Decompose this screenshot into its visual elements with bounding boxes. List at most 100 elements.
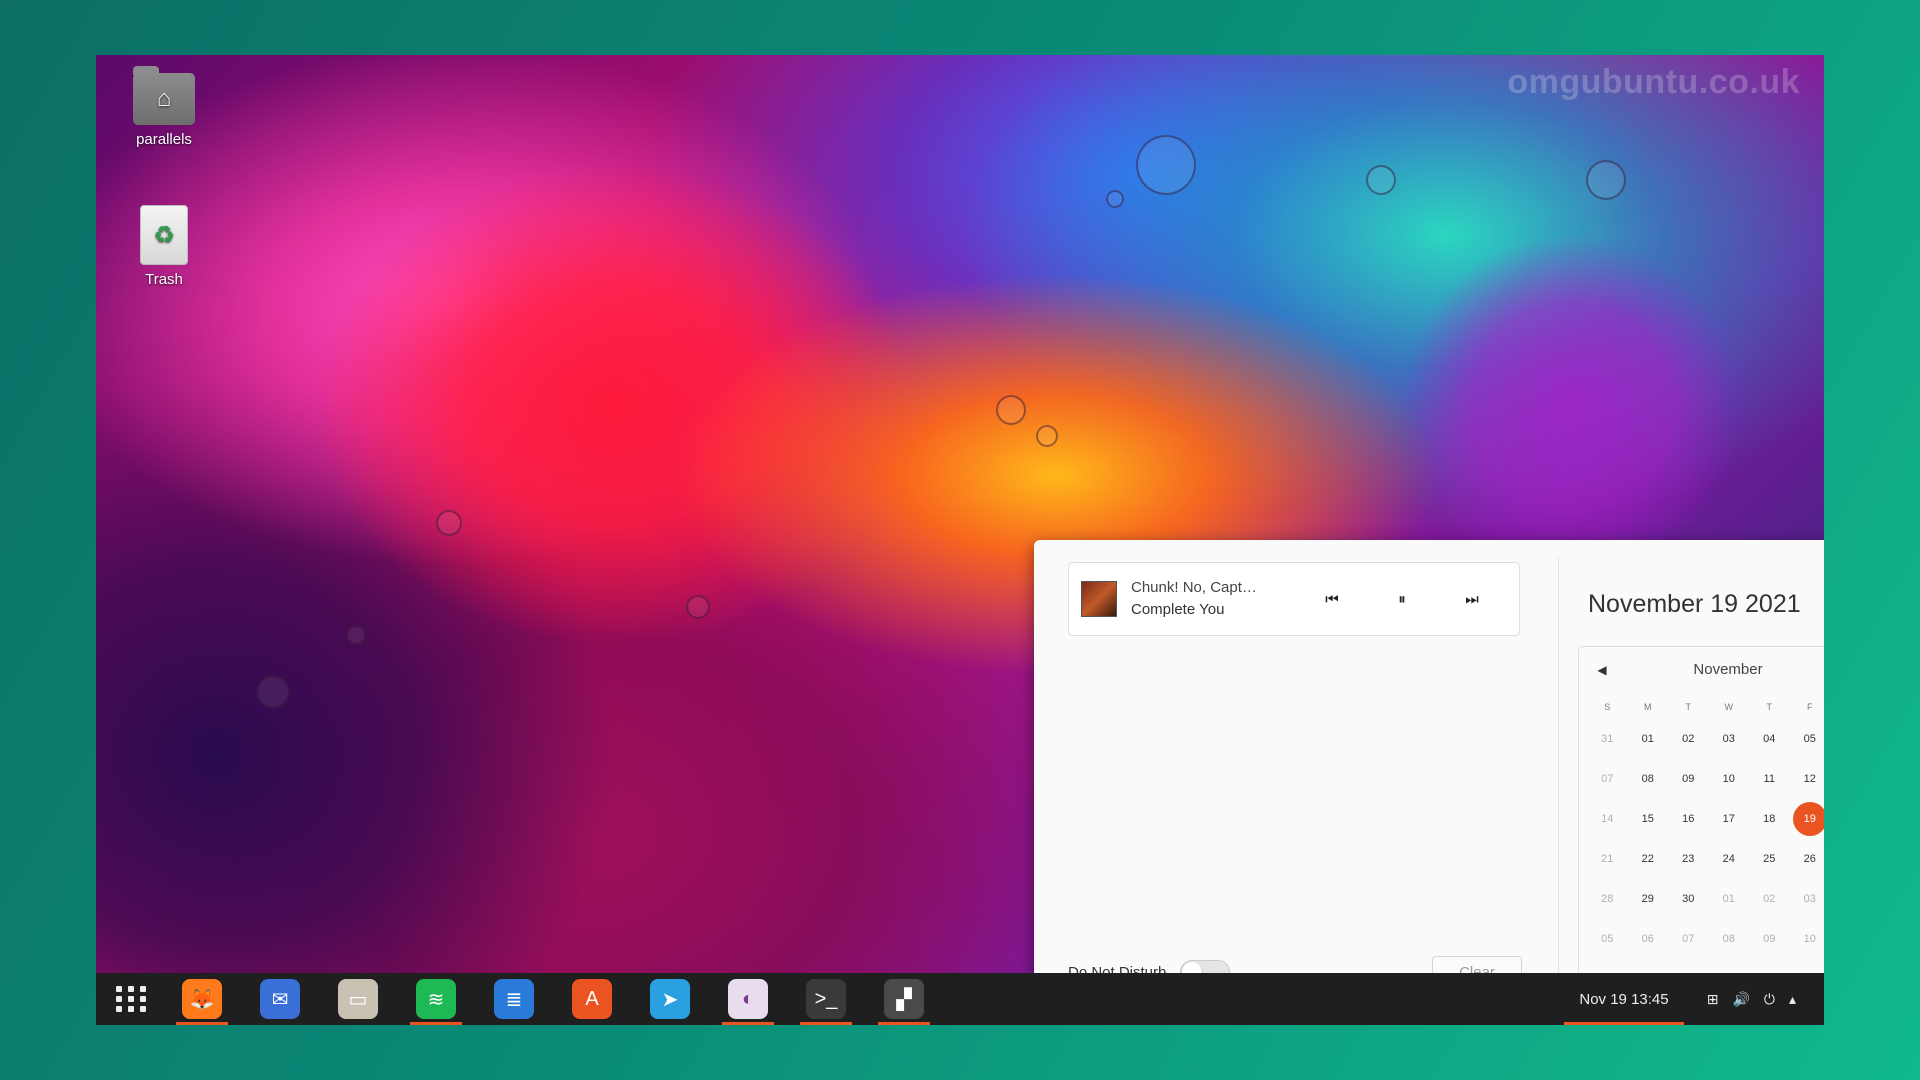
network-icon[interactable]: ⊞ [1707, 991, 1719, 1008]
writer-icon: ≣ [494, 979, 534, 1019]
taskbar-app-firefox[interactable]: 🦊 [172, 973, 232, 1025]
popover-arrow [1602, 954, 1624, 965]
pause-button[interactable]: ⏸ [1367, 591, 1437, 608]
calendar-day[interactable]: 06 [1628, 933, 1669, 945]
date-header: November 19 2021 [1588, 590, 1801, 618]
calendar-day[interactable]: 08 [1709, 933, 1750, 945]
bubble [1136, 135, 1196, 195]
bubble [1106, 190, 1124, 208]
taskbar-app-terminal[interactable]: >_ [796, 973, 856, 1025]
calendar-week-row: 07080910111213 [1587, 759, 1824, 799]
calendar-day[interactable]: 10 [1709, 773, 1750, 785]
calendar-day[interactable]: 09 [1749, 933, 1790, 945]
calendar-day[interactable]: 26 [1790, 853, 1825, 865]
calendar-day[interactable]: 14 [1587, 813, 1628, 825]
taskbar-app-thunderbird[interactable]: ✉ [250, 973, 310, 1025]
calendar-day-today[interactable]: 19 [1790, 802, 1824, 836]
calendar-day[interactable]: 30 [1668, 893, 1709, 905]
calendar-day[interactable]: 23 [1668, 853, 1709, 865]
desktop-icon-trash[interactable]: ♻ Trash [114, 205, 214, 288]
spotify-icon: ≋ [416, 979, 456, 1019]
calendar-day[interactable]: 24 [1709, 853, 1750, 865]
track-title: Chunk! No, Capt… [1131, 579, 1257, 596]
power-icon[interactable]: ⏻ [1764, 991, 1775, 1008]
bubble [1036, 425, 1058, 447]
track-info: Chunk! No, Capt… Complete You [1131, 577, 1297, 621]
calendar-day[interactable]: 11 [1749, 773, 1790, 785]
calendar-day[interactable]: 16 [1668, 813, 1709, 825]
calendar-nav: ◀ November ▶ [1579, 661, 1824, 678]
home-folder-icon: ⌂ [133, 66, 195, 125]
calendar-day[interactable]: 18 [1749, 813, 1790, 825]
calendar-day[interactable]: 31 [1587, 733, 1628, 745]
popover-divider [1558, 558, 1559, 990]
calendar-day[interactable]: 04 [1749, 733, 1790, 745]
calendar-month-label: November [1693, 661, 1763, 678]
weekday-label: W [1724, 702, 1734, 712]
desktop-icon-label: Trash [145, 271, 183, 288]
desktop-screen: omgubuntu.co.uk ⌂ parallels ♻ Trash Chun… [96, 55, 1824, 1025]
notification-calendar-popover: Chunk! No, Capt… Complete You ⏮ ⏸ ⏭ Do N… [1034, 540, 1824, 1010]
previous-track-button[interactable]: ⏮ [1297, 591, 1367, 608]
taskbar-app-spotify[interactable]: ≋ [406, 973, 466, 1025]
calendar-day[interactable]: 02 [1668, 733, 1709, 745]
taskbar-app-files[interactable]: ▭ [328, 973, 388, 1025]
desktop-icon-home[interactable]: ⌂ parallels [114, 66, 214, 148]
calendar-day[interactable]: 05 [1587, 933, 1628, 945]
calendar-day[interactable]: 25 [1749, 853, 1790, 865]
calendar-day[interactable]: 09 [1668, 773, 1709, 785]
calendar-day[interactable]: 03 [1790, 893, 1825, 905]
taskbar-app-system-monitor[interactable]: ▞ [874, 973, 934, 1025]
calendar-day[interactable]: 03 [1709, 733, 1750, 745]
taskbar: 🦊 ✉ ▭ ≋ ≣ A ➤ ◐ >_ ▞ Nov 19 13:45 ⊞ 🔊 ⏻ ▴ [96, 973, 1824, 1025]
taskbar-app-writer[interactable]: ≣ [484, 973, 544, 1025]
taskbar-apps: 🦊 ✉ ▭ ≋ ≣ A ➤ ◐ >_ ▞ [172, 973, 952, 1025]
next-track-button[interactable]: ⏭ [1437, 591, 1507, 608]
calendar-week-row: 28293001020304 [1587, 879, 1824, 919]
track-artist: Complete You [1131, 601, 1225, 618]
calendar-day[interactable]: 21 [1587, 853, 1628, 865]
tweaks-icon: ◐ [728, 979, 768, 1019]
telegram-icon: ➤ [650, 979, 690, 1019]
weekday-label: F [1807, 702, 1813, 712]
calendar-week-row: 05060708091011 [1587, 919, 1824, 959]
taskbar-app-software[interactable]: A [562, 973, 622, 1025]
calendar-week-row: 21222324252627 [1587, 839, 1824, 879]
weekday-label: T [1685, 702, 1692, 712]
terminal-icon: >_ [806, 979, 846, 1019]
trash-icon: ♻ [140, 205, 188, 265]
weekday-label: M [1644, 702, 1652, 712]
clock[interactable]: Nov 19 13:45 [1564, 973, 1684, 1025]
calendar-day[interactable]: 12 [1790, 773, 1825, 785]
calendar-week-row: 31010203040506 [1587, 719, 1824, 759]
calendar-day[interactable]: 01 [1628, 733, 1669, 745]
calendar-day[interactable]: 17 [1709, 813, 1750, 825]
files-icon: ▭ [338, 979, 378, 1019]
taskbar-app-tweaks[interactable]: ◐ [718, 973, 778, 1025]
taskbar-app-telegram[interactable]: ➤ [640, 973, 700, 1025]
system-tray: ⊞ 🔊 ⏻ ▴ [1707, 973, 1796, 1025]
chevron-up-icon[interactable]: ▴ [1789, 991, 1796, 1008]
bubble [686, 595, 710, 619]
calendar-day[interactable]: 08 [1628, 773, 1669, 785]
calendar-day[interactable]: 29 [1628, 893, 1669, 905]
media-player-card[interactable]: Chunk! No, Capt… Complete You ⏮ ⏸ ⏭ [1068, 562, 1520, 636]
bubble [436, 510, 462, 536]
prev-month-icon[interactable]: ◀ [1593, 663, 1611, 677]
calendar-day[interactable]: 02 [1749, 893, 1790, 905]
desktop-icon-label: parallels [136, 131, 192, 148]
calendar-day[interactable]: 07 [1668, 933, 1709, 945]
calendar-day[interactable]: 05 [1790, 733, 1825, 745]
calendar-day[interactable]: 07 [1587, 773, 1628, 785]
calendar-day[interactable]: 22 [1628, 853, 1669, 865]
album-art [1081, 581, 1117, 617]
calendar-day[interactable]: 01 [1709, 893, 1750, 905]
bubble [1586, 160, 1626, 200]
calendar-day[interactable]: 15 [1628, 813, 1669, 825]
calendar-week-row: 14151617181920 [1587, 799, 1824, 839]
weekday-label: S [1604, 702, 1611, 712]
app-grid-button[interactable] [114, 981, 150, 1017]
calendar-day[interactable]: 10 [1790, 933, 1825, 945]
calendar-day[interactable]: 28 [1587, 893, 1628, 905]
volume-icon[interactable]: 🔊 [1732, 991, 1749, 1008]
